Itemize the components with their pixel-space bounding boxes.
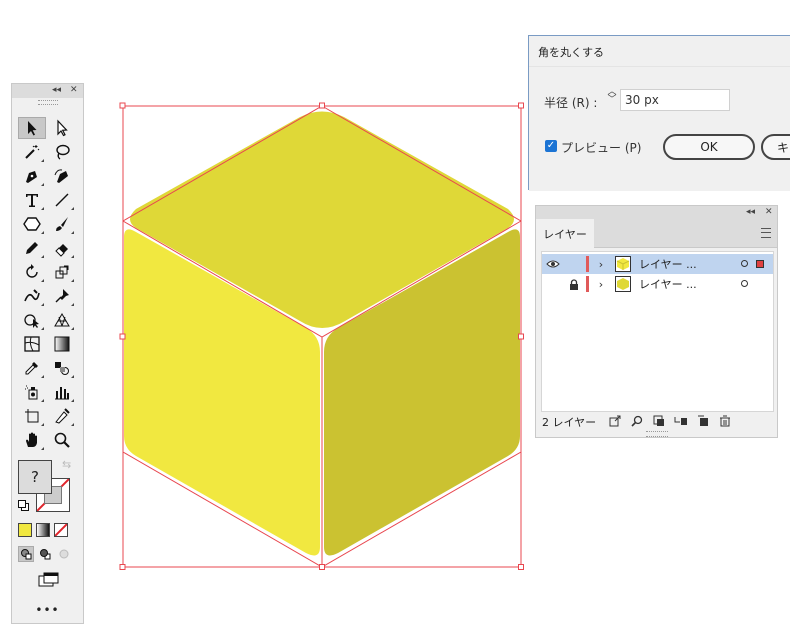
layer-thumbnail — [615, 256, 631, 272]
handle-bottom[interactable] — [319, 564, 325, 570]
chevron-right-icon[interactable]: › — [594, 254, 608, 274]
radius-stepper-icon[interactable]: ︿ ﹀ — [605, 88, 619, 110]
lock-icon[interactable] — [564, 274, 584, 294]
export-icon[interactable] — [608, 414, 622, 428]
preview-checkbox[interactable]: ✓ — [545, 140, 557, 152]
panel-resize-grip[interactable] — [646, 431, 668, 437]
handle-top-left[interactable] — [119, 102, 126, 109]
ok-button[interactable]: OK — [663, 134, 755, 160]
layer-count: 2 レイヤー — [542, 416, 597, 429]
panel-menu-icon[interactable] — [761, 228, 771, 238]
cancel-button[interactable]: キ — [761, 134, 790, 160]
layer-row[interactable]: › レイヤー ... — [542, 254, 773, 274]
radius-input[interactable]: 30 px — [620, 89, 730, 111]
layer-color-bar — [586, 276, 589, 292]
selection-indicator-icon[interactable] — [756, 260, 764, 268]
close-icon[interactable]: ✕ — [765, 207, 773, 217]
chevron-right-icon[interactable]: › — [594, 274, 608, 294]
dialog-title: 角を丸くする — [538, 46, 604, 59]
round-corners-dialog: 角を丸くする 半径 (R) : ︿ ﹀ 30 px ✓ プレビュー (P) OK … — [528, 35, 790, 191]
handle-bottom-left[interactable] — [119, 564, 126, 570]
layers-panel: ◂◂ ✕ レイヤー › レイヤー ... › レイヤー ... 2 レイヤー — [535, 205, 778, 438]
layer-name[interactable]: レイヤー ... — [639, 256, 697, 272]
visibility-toggle[interactable] — [542, 274, 564, 294]
clipping-mask-icon[interactable] — [652, 414, 666, 428]
layer-name[interactable]: レイヤー ... — [639, 276, 697, 292]
radius-label: 半径 (R) : — [544, 96, 598, 110]
collapse-icon[interactable]: ◂◂ — [746, 207, 755, 217]
lock-toggle[interactable] — [564, 254, 584, 274]
preview-label[interactable]: プレビュー (P) — [561, 139, 641, 156]
handle-right[interactable] — [518, 333, 524, 340]
target-circle-icon[interactable] — [741, 280, 748, 287]
layers-tabbar: レイヤー — [536, 219, 777, 248]
tab-layers[interactable]: レイヤー — [536, 219, 594, 248]
layer-color-bar — [586, 256, 589, 272]
locate-object-icon[interactable] — [630, 414, 644, 428]
handle-bottom-right[interactable] — [518, 564, 524, 570]
dialog-body: 半径 (R) : ︿ ﹀ 30 px ✓ プレビュー (P) OK キ — [529, 66, 790, 191]
layers-panel-header[interactable]: ◂◂ ✕ — [536, 206, 777, 219]
new-layer-icon[interactable] — [696, 414, 710, 428]
layer-row[interactable]: › レイヤー ... — [542, 274, 773, 294]
handle-top[interactable] — [319, 102, 325, 109]
layers-list: › レイヤー ... › レイヤー ... — [541, 251, 774, 412]
handle-left[interactable] — [119, 333, 126, 340]
handle-top-right[interactable] — [518, 102, 524, 109]
visibility-eye-icon[interactable] — [542, 254, 564, 274]
trash-icon[interactable] — [718, 414, 732, 428]
create-sublayer-icon[interactable] — [674, 414, 688, 428]
target-circle-icon[interactable] — [741, 260, 748, 267]
layers-footer: 2 レイヤー — [542, 413, 773, 431]
layer-thumbnail — [615, 276, 631, 292]
